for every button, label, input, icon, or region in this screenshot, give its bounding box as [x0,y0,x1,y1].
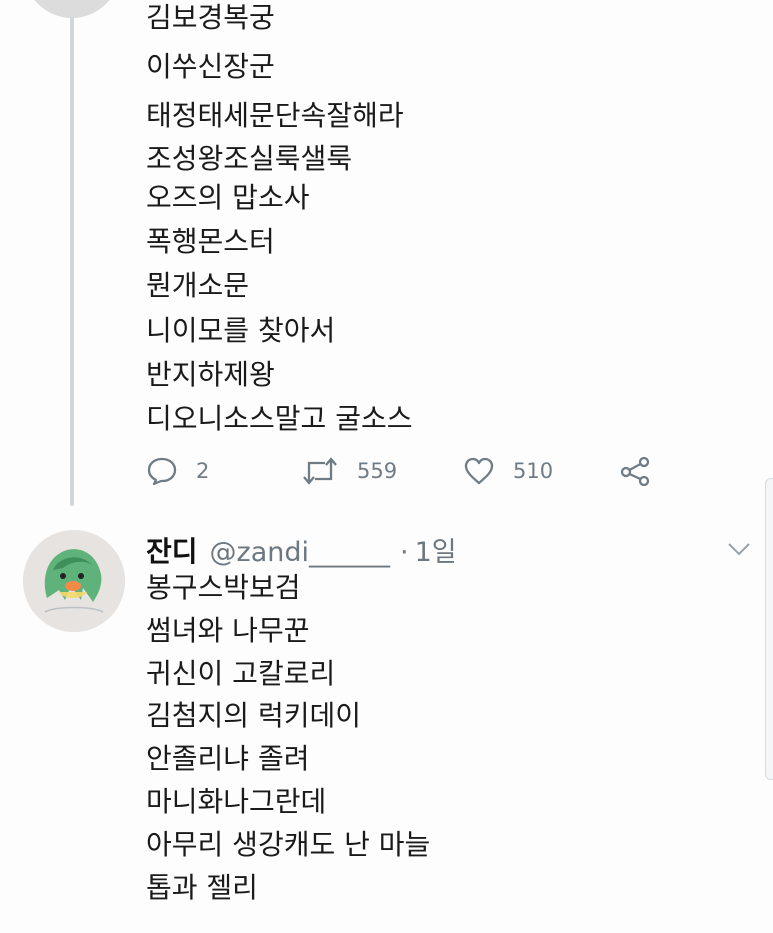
separator-dot: · [400,537,409,568]
tweet-1-line: 김보경복궁 [146,1,275,34]
tweet-1-line: 조성왕조실룩샐룩 [146,142,353,175]
scrollbar[interactable] [765,478,773,780]
avatar-previous[interactable] [24,0,120,18]
display-name[interactable]: 잔디 [146,530,198,570]
tweet-1-line: 디오니소스말고 굴소스 [146,402,413,435]
tweet-2-line: 귀신이 고칼로리 [146,657,336,690]
like-icon [464,457,494,485]
tweet-2-line: 아무리 생강캐도 난 마늘 [146,828,431,861]
share-button[interactable] [620,456,652,486]
chevron-down-icon [728,543,750,556]
reply-count: 2 [196,459,210,483]
retweet-count: 559 [357,459,398,483]
user-handle[interactable]: @zandi______ [210,537,390,568]
tweet-2-line: 톱과 젤리 [146,871,258,904]
reply-button[interactable]: 2 [146,456,209,486]
avatar[interactable] [23,530,125,632]
timestamp[interactable]: 1일 [415,530,457,569]
tweet-2-line: 안졸리냐 졸려 [146,742,310,775]
tweet-2-line: 썸녀와 나무꾼 [146,614,310,647]
retweet-icon [303,457,337,485]
tweet-1-line: 니이모를 찾아서 [146,314,336,347]
reply-icon [147,457,177,486]
tweet-1-line: 뭔개소문 [146,269,250,302]
tweet-2-line: 마니화나그란데 [146,785,327,818]
tweet-2-line: 봉구스박보검 [146,571,301,604]
tweet-menu-button[interactable] [724,534,754,564]
tweet-2-header: 잔디 @zandi______ · 1일 [146,530,457,569]
share-icon [620,456,650,486]
avatar-drawing [23,530,125,632]
retweet-button[interactable]: 559 [301,456,397,486]
tweet-2-line: 김첨지의 럭키데이 [146,699,361,732]
thread-line [70,0,74,506]
tweet-1-line: 폭행몬스터 [146,225,275,258]
tweet-1-line: 태정태세문단속잘해라 [146,99,404,132]
tweet-1-line: 이쑤신장군 [146,50,275,83]
tweet-1-actions: 2 559 510 [146,456,666,486]
tweet-1-line: 반지하제왕 [146,358,275,391]
like-button[interactable]: 510 [463,456,553,486]
tweet-1-line: 오즈의 맙소사 [146,181,310,214]
like-count: 510 [513,459,554,483]
